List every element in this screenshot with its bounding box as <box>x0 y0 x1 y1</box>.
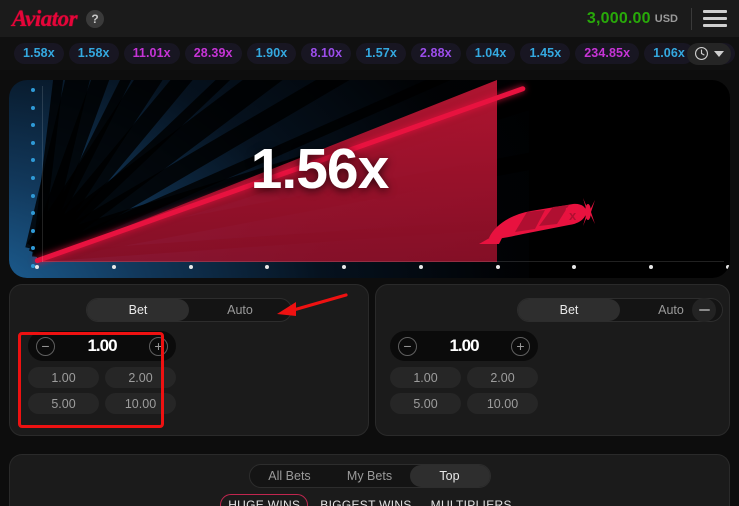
divider <box>691 7 692 30</box>
bet-panel-left: Bet Auto − 1.00 + 1.00 2.00 5.00 10.00 B… <box>9 284 369 436</box>
clock-history-icon <box>695 47 708 60</box>
x-axis-dot <box>495 265 500 269</box>
tab-all-bets[interactable]: All Bets <box>250 465 330 487</box>
x-axis-dot <box>342 265 347 269</box>
current-multiplier: 1.56x <box>250 137 390 201</box>
tab-bet-left[interactable]: Bet <box>87 299 189 321</box>
history-chip[interactable]: 11.01x <box>123 43 180 64</box>
bets-feed-panel: All Bets My Bets Top HUGE WINS BIGGEST W… <box>9 454 730 506</box>
x-axis-dots <box>35 265 730 269</box>
top-bar-right: 3,000.00 USD <box>587 0 739 37</box>
top-subtabs: HUGE WINS BIGGEST WINS MULTIPLIERS <box>10 494 729 506</box>
stake-block-left: − 1.00 + 1.00 2.00 5.00 10.00 <box>28 331 176 414</box>
quick-amounts-right: 1.00 2.00 5.00 10.00 <box>390 367 538 414</box>
quick-amount-button[interactable]: 1.00 <box>28 367 99 388</box>
y-axis-dot <box>31 123 35 128</box>
y-axis-dot <box>31 246 35 251</box>
history-chip[interactable]: 1.58x <box>14 43 64 64</box>
quick-amount-button[interactable]: 1.00 <box>390 367 461 388</box>
x-axis-dot <box>418 265 423 269</box>
x-axis-dot <box>188 265 193 269</box>
stake-value-right[interactable]: 1.00 <box>449 336 479 356</box>
y-axis-dot <box>31 228 35 233</box>
question-mark-icon[interactable]: ? <box>86 9 105 28</box>
history-chip[interactable]: 1.04x <box>465 43 516 64</box>
quick-amount-button[interactable]: 5.00 <box>390 393 461 414</box>
history-chip[interactable]: 1.57x <box>356 43 406 64</box>
subtab-multipliers[interactable]: MULTIPLIERS <box>424 495 519 506</box>
top-bar: Aviator ? 3,000.00 USD <box>0 0 739 37</box>
history-chip[interactable]: 1.45x <box>520 43 571 64</box>
minus-circle-icon[interactable]: − <box>36 336 55 356</box>
axis-line-horizontal <box>42 261 724 262</box>
x-axis-dot <box>572 265 577 269</box>
history-chip[interactable]: 2.88x <box>410 43 461 64</box>
history-toggle-button[interactable] <box>687 42 731 65</box>
chevron-down-icon <box>714 50 724 57</box>
history-chip[interactable]: 1.58x <box>68 43 119 64</box>
red-airplane-icon: x <box>479 198 595 244</box>
history-chip[interactable]: 28.39x <box>184 43 242 64</box>
x-axis-dot <box>111 265 116 269</box>
quick-amount-button[interactable]: 10.00 <box>105 393 176 414</box>
bets-feed-tabs: All Bets My Bets Top <box>248 464 491 488</box>
quick-amount-button[interactable]: 2.00 <box>467 367 538 388</box>
x-axis-dot <box>265 265 270 269</box>
history-chip-list: 1.58x 1.58x 11.01x 28.39x 1.90x 8.10x 1.57x 2.8… <box>14 43 735 64</box>
stake-stepper-right: − 1.00 + <box>390 331 538 361</box>
minus-circle-icon[interactable]: − <box>398 336 417 356</box>
subtab-huge-wins[interactable]: HUGE WINS <box>220 494 309 506</box>
quick-amount-button[interactable]: 5.00 <box>28 393 99 414</box>
hamburger-menu-icon[interactable] <box>703 10 727 27</box>
stake-value-left[interactable]: 1.00 <box>87 336 117 356</box>
tab-my-bets[interactable]: My Bets <box>330 465 410 487</box>
x-axis-dot <box>35 265 39 269</box>
x-axis-dot <box>725 265 730 269</box>
y-axis-dot <box>31 105 35 110</box>
tab-auto-left[interactable]: Auto <box>189 299 291 321</box>
stake-stepper-left: − 1.00 + <box>28 331 176 361</box>
balance-currency: USD <box>654 12 678 25</box>
history-chip[interactable]: 234.85x <box>575 43 640 64</box>
y-axis-dot <box>31 211 35 216</box>
subtab-biggest-wins[interactable]: BIGGEST WINS <box>313 495 418 506</box>
balance-amount: 3,000.00 <box>586 9 651 27</box>
quick-amount-button[interactable]: 2.00 <box>105 367 176 388</box>
bet-mode-toggle-left: Bet Auto <box>86 298 292 322</box>
multiplier-history-bar: 1.58x 1.58x 11.01x 28.39x 1.90x 8.10x 1.57x 2.8… <box>0 37 739 70</box>
svg-text:x: x <box>569 208 577 223</box>
minus-icon <box>698 308 710 312</box>
bet-panel-right: Bet Auto − 1.00 + 1.00 2.00 5.00 10.00 B… <box>375 284 730 436</box>
game-canvas: x 1.56x <box>9 80 730 278</box>
plus-circle-icon[interactable]: + <box>511 336 530 356</box>
x-axis-dot <box>649 265 654 269</box>
collapse-panel-button[interactable] <box>692 298 716 322</box>
quick-amount-button[interactable]: 10.00 <box>467 393 538 414</box>
tab-bet-right[interactable]: Bet <box>518 299 620 321</box>
y-axis-dot <box>31 88 35 92</box>
history-chip[interactable]: 1.90x <box>246 43 297 64</box>
aviator-logo[interactable]: Aviator <box>12 6 78 32</box>
quick-amounts-left: 1.00 2.00 5.00 10.00 <box>28 367 176 414</box>
history-chip[interactable]: 8.10x <box>301 43 352 64</box>
tab-top[interactable]: Top <box>409 465 490 487</box>
stake-block-right: − 1.00 + 1.00 2.00 5.00 10.00 <box>390 331 538 414</box>
plus-circle-icon[interactable]: + <box>149 336 168 356</box>
aviator-game-app: Aviator ? 3,000.00 USD 1.58x 1.58x 11.01x 2… <box>0 0 739 506</box>
